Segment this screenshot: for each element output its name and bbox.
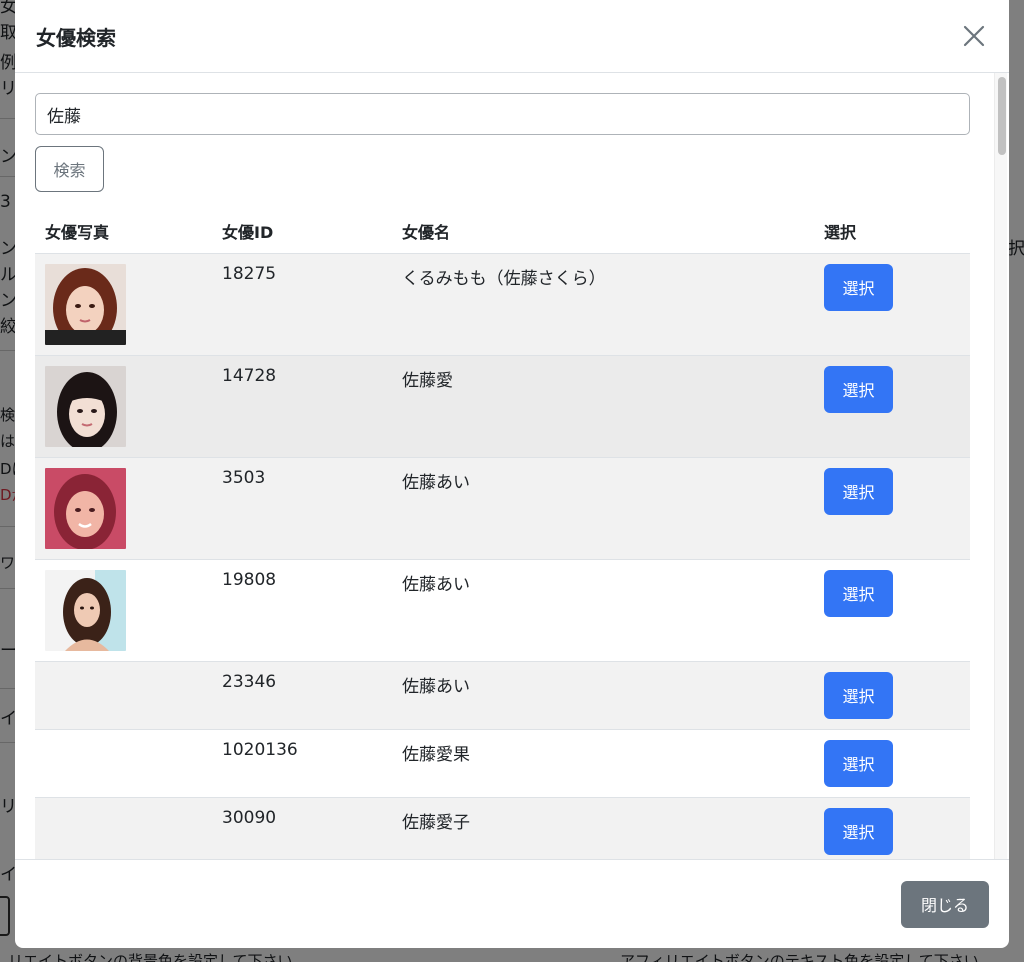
select-cell: 選択 <box>814 253 970 356</box>
actress-search-modal: 女優検索 検索 女優写真 女優ID 女優名 選択 <box>15 0 1009 948</box>
table-row: 30090 佐藤愛子 選択 <box>35 797 970 859</box>
actress-id: 18275 <box>212 253 392 356</box>
select-button[interactable]: 選択 <box>824 739 893 787</box>
actress-photo <box>45 263 126 345</box>
table-header-row: 女優写真 女優ID 女優名 選択 <box>35 209 970 254</box>
modal-content: 検索 女優写真 女優ID 女優名 選択 <box>35 93 970 859</box>
actress-id: 3503 <box>212 457 392 560</box>
actress-id: 30090 <box>212 797 392 859</box>
select-button[interactable]: 選択 <box>824 671 893 719</box>
search-button[interactable]: 検索 <box>35 146 104 192</box>
select-button[interactable]: 選択 <box>824 263 893 311</box>
actress-name: 佐藤あい <box>392 457 814 560</box>
scrollbar-thumb[interactable] <box>998 77 1006 155</box>
photo-cell <box>35 457 212 560</box>
actress-photo <box>45 365 126 447</box>
select-cell: 選択 <box>814 661 970 730</box>
actress-name: 佐藤愛子 <box>392 797 814 859</box>
column-header-name: 女優名 <box>392 209 814 254</box>
actress-name: 佐藤愛 <box>392 355 814 458</box>
photo-cell <box>35 729 212 798</box>
photo-cell <box>35 253 212 356</box>
photo-cell <box>35 661 212 730</box>
actress-name: 佐藤あい <box>392 661 814 730</box>
actress-name: 佐藤あい <box>392 559 814 662</box>
table-row: 18275 くるみもも（佐藤さくら） 選択 <box>35 253 970 356</box>
photo-cell <box>35 559 212 662</box>
column-header-photo: 女優写真 <box>35 209 212 254</box>
modal-body[interactable]: 検索 女優写真 女優ID 女優名 選択 <box>15 73 1009 859</box>
select-cell: 選択 <box>814 729 970 798</box>
table-row: 14728 佐藤愛 選択 <box>35 355 970 458</box>
actress-name: くるみもも（佐藤さくら） <box>392 253 814 356</box>
actress-id: 23346 <box>212 661 392 730</box>
select-button[interactable]: 選択 <box>824 807 893 855</box>
table-row: 1020136 佐藤愛果 選択 <box>35 729 970 798</box>
close-icon <box>963 25 985 47</box>
select-button[interactable]: 選択 <box>824 467 893 515</box>
table-row: 3503 佐藤あい 選択 <box>35 457 970 560</box>
actress-photo <box>45 569 126 651</box>
modal-footer: 閉じる <box>15 859 1009 948</box>
select-button[interactable]: 選択 <box>824 569 893 617</box>
photo-cell <box>35 355 212 458</box>
table-row: 23346 佐藤あい 選択 <box>35 661 970 730</box>
modal-header: 女優検索 <box>15 0 1009 73</box>
close-button[interactable] <box>959 21 989 51</box>
select-button[interactable]: 選択 <box>824 365 893 413</box>
results-table: 女優写真 女優ID 女優名 選択 18275 くるみもも（佐藤さくら） 選択 1… <box>35 209 970 859</box>
actress-name: 佐藤愛果 <box>392 729 814 798</box>
search-input[interactable] <box>35 93 970 135</box>
select-cell: 選択 <box>814 559 970 662</box>
table-row: 19808 佐藤あい 選択 <box>35 559 970 662</box>
column-header-select: 選択 <box>814 209 970 254</box>
modal-title: 女優検索 <box>36 25 116 50</box>
actress-id: 19808 <box>212 559 392 662</box>
actress-id: 14728 <box>212 355 392 458</box>
actress-id: 1020136 <box>212 729 392 798</box>
close-footer-button[interactable]: 閉じる <box>901 880 989 928</box>
column-header-id: 女優ID <box>212 209 392 254</box>
actress-photo <box>45 467 126 549</box>
select-cell: 選択 <box>814 797 970 859</box>
select-cell: 選択 <box>814 355 970 458</box>
select-cell: 選択 <box>814 457 970 560</box>
scrollbar[interactable] <box>994 73 1007 859</box>
photo-cell <box>35 797 212 859</box>
